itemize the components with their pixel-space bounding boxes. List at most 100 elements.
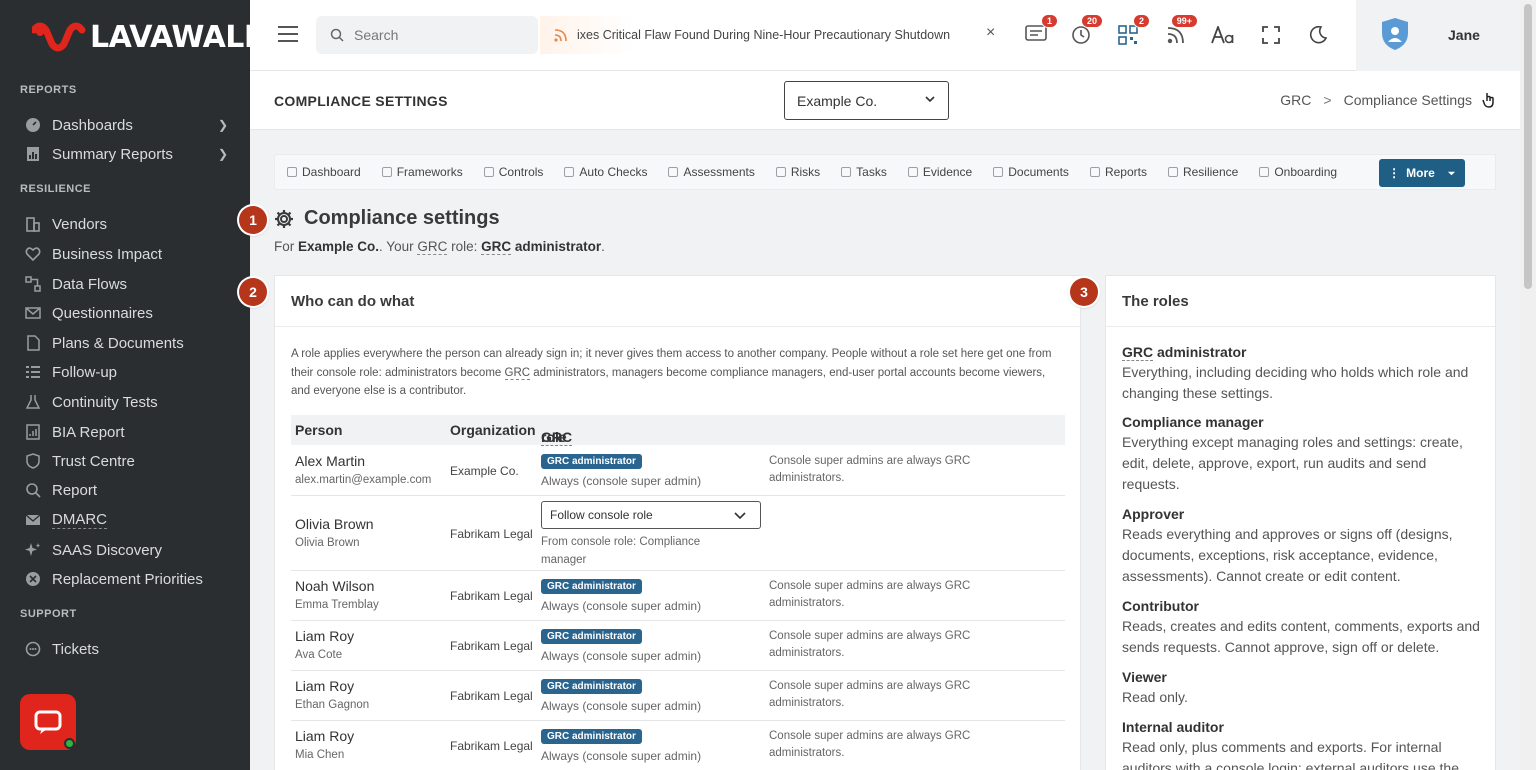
qr-button[interactable]: 2 [1115,14,1150,48]
tab-resilience[interactable]: Resilience [1167,165,1238,179]
role-description: Reads, creates and edits content, commen… [1122,618,1480,655]
role-note: Console super admins are always GRC admi… [769,730,971,759]
sidebar-item-vendors[interactable]: Vendors [24,211,234,237]
person-email: Mia Chen [295,749,345,761]
tab-documents[interactable]: Documents [993,165,1069,179]
tab-onboarding[interactable]: Onboarding [1259,165,1337,179]
organization-select-value: Example Co. [797,92,878,109]
sidebar-item-questionnaires[interactable]: Questionnaires [24,300,234,326]
tab-evidence[interactable]: Evidence [907,165,973,179]
page-header: COMPLIANCE SETTINGS Example Co. GRC > Co… [250,71,1520,130]
user-menu[interactable]: Jane [1356,0,1520,71]
chevron-down-icon [734,512,746,520]
person-name: Liam Roy [295,728,355,744]
folder-icon [907,167,918,177]
sidebar-item-label: Report [52,481,98,499]
scrollbar-thumb[interactable] [1524,4,1532,289]
tab-reports[interactable]: Reports [1089,165,1147,179]
table-header: Person Organization GRC role [291,415,1065,446]
grc-role-select[interactable]: Follow console role [541,501,761,529]
role-title: Internal auditor [1122,719,1224,735]
sidebar-item-business-impact[interactable]: Business Impact [24,241,234,267]
sidebar-item-plans-documents[interactable]: Plans & Documents [24,330,234,356]
lavawall-logo[interactable]: LAVAWALL® [32,20,250,55]
flow-icon [24,275,42,293]
tab-controls[interactable]: Controls [483,165,544,179]
role-source: Always (console super admin) [541,474,702,488]
list-icon [24,363,42,381]
close-icon[interactable]: × [986,24,995,42]
gear-icon [275,209,293,228]
sidebar-item-dashboards[interactable]: Dashboards ❯ [24,112,234,138]
mail-check-icon [24,511,42,529]
font-size-button[interactable] [1210,22,1236,48]
sidebar-item-label: Data Flows [52,275,128,293]
card-intro: A role applies everywhere the person can… [291,348,1052,397]
sidebar-item-trust-centre[interactable]: Trust Centre [24,448,234,474]
tab-frameworks[interactable]: Frameworks [381,165,463,179]
tab-label: Evidence [922,165,973,179]
organization-select[interactable]: Example Co. [784,81,949,120]
role-title: Contributor [1122,598,1199,614]
tab-auto-checks[interactable]: Auto Checks [564,165,647,179]
fullscreen-icon [1262,26,1280,44]
tab-tasks[interactable]: Tasks [841,165,887,179]
moon-icon [1310,26,1327,44]
page-title: COMPLIANCE SETTINGS [274,93,448,109]
breadcrumb-separator: > [1323,92,1332,108]
top-bar: ixes Critical Flaw Found During Nine-Hou… [250,0,1520,71]
sidebar-item-label: Trust Centre [52,452,135,470]
sidebar-item-dmarc[interactable]: DMARC [24,507,234,533]
role-definition: Internal auditor Read only, plus comment… [1122,719,1482,770]
col-person: Person [295,422,343,438]
tab-assessments[interactable]: Assessments [668,165,755,179]
current-role: administrator [511,239,602,254]
sidebar-item-saas-discovery[interactable]: SAAS Discovery [24,537,234,563]
step-marker-2: 2 [239,278,267,306]
table-row: Olivia Brown Olivia Brown Fabrikam Legal… [291,496,1065,571]
sidebar-item-summary-reports[interactable]: Summary Reports ❯ [24,141,234,167]
role-note: Console super admins are always GRC admi… [769,680,971,709]
section-resilience: RESILIENCE [20,183,92,195]
col-organization: Organization [450,422,536,438]
person-organization: Fabrikam Legal [450,739,533,753]
sidebar-item-continuity-tests[interactable]: Continuity Tests [24,389,234,415]
sidebar-item-data-flows[interactable]: Data Flows [24,271,234,297]
rss-icon [554,28,567,42]
fullscreen-button[interactable] [1258,22,1284,48]
tab-risks[interactable]: Risks [775,165,820,179]
menu-toggle-icon[interactable] [278,26,298,47]
sidebar-item-report[interactable]: Report [24,477,234,503]
messages-button[interactable]: 1 [1023,14,1058,48]
breadcrumb-grc[interactable]: GRC [1280,92,1311,108]
sidebar-item-replacement-priorities[interactable]: Replacement Priorities [24,566,234,592]
feed-button[interactable]: 99+ [1163,14,1198,48]
news-ticker[interactable]: ixes Critical Flaw Found During Nine-Hou… [540,16,1010,54]
tab-label: Controls [498,165,544,179]
dashboard-icon [287,167,297,177]
ticket-icon [24,640,42,658]
sidebar-item-follow-up[interactable]: Follow-up [24,359,234,385]
role-definition: Viewer Read only. [1122,669,1482,708]
sidebar-item-bia-report[interactable]: BIA Report [24,419,234,445]
role-description: Read only. [1122,689,1188,705]
rss-feed-icon [1167,27,1184,44]
page-scrollbar[interactable] [1520,0,1536,770]
grc-abbr: GRC [504,366,531,380]
roles-card: The roles GRC administrator Everything, … [1105,275,1496,770]
who-can-do-what-card: Who can do what A role applies everywher… [274,275,1081,770]
more-tabs-button[interactable]: ⋮ More [1379,159,1465,187]
person-name: Alex Martin [295,453,366,469]
timer-button[interactable]: 20 [1068,14,1103,48]
envelope-list-icon [24,304,42,322]
role-badge: GRC administrator [541,679,642,694]
sidebar-item-tickets[interactable]: Tickets [24,636,234,662]
search-input[interactable] [354,27,524,43]
search-box[interactable] [316,16,538,54]
tab-label: Onboarding [1274,165,1338,179]
role-note: Console super admins are always GRC admi… [769,455,971,484]
dark-mode-toggle[interactable] [1305,22,1331,48]
person-name: Liam Roy [295,628,355,644]
onboarding-icon [1259,167,1270,177]
tab-dashboard[interactable]: Dashboard [287,165,361,179]
